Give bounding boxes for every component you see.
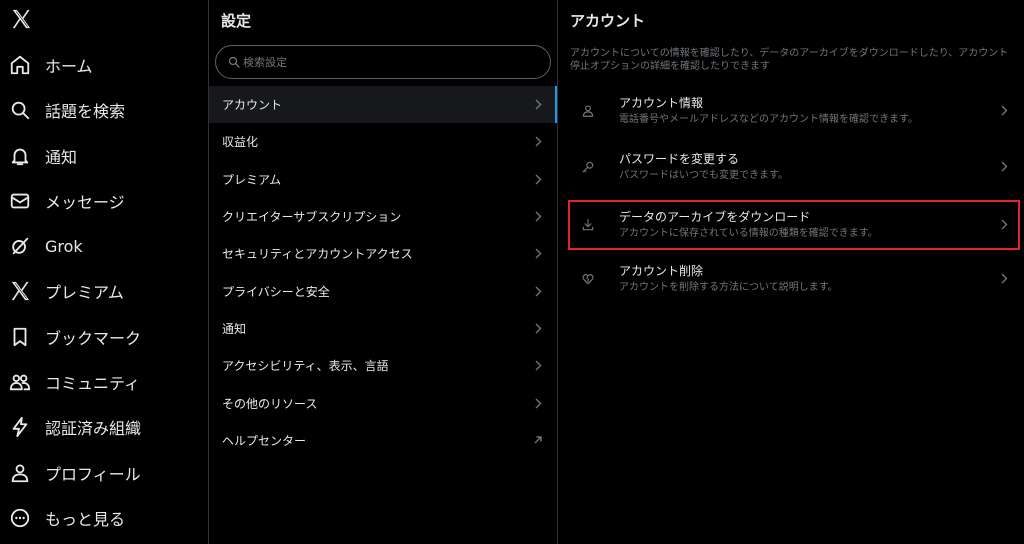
settings-item-label: プライバシーと安全 xyxy=(222,285,330,299)
nav-label: コミュニティ xyxy=(45,374,141,393)
account-item-title: データのアーカイブをダウンロード xyxy=(619,210,811,224)
nav-communities[interactable]: コミュニティ xyxy=(0,362,200,402)
chevron-right-icon xyxy=(535,248,542,259)
x-logo-icon xyxy=(11,281,30,301)
nav-profile[interactable]: プロフィール xyxy=(0,453,200,493)
bell-icon xyxy=(11,148,29,166)
search-icon xyxy=(11,101,30,120)
account-item-title: パスワードを変更する xyxy=(619,152,740,166)
settings-item-label: クリエイターサブスクリプション xyxy=(222,210,402,224)
settings-item-label: 通知 xyxy=(222,322,247,336)
settings-item-security[interactable]: セキュリティとアカウントアクセス xyxy=(209,235,557,272)
chevron-right-icon xyxy=(535,360,542,371)
person-icon xyxy=(582,105,594,117)
settings-item-premium[interactable]: プレミアム xyxy=(209,161,557,198)
settings-item-help-center[interactable]: ヘルプセンター xyxy=(209,422,557,459)
nav-home[interactable]: ホーム xyxy=(0,45,200,85)
nav-label: プレミアム xyxy=(45,283,124,302)
settings-search[interactable]: 検索設定 xyxy=(215,45,551,79)
account-title: アカウント xyxy=(570,12,646,30)
search-icon xyxy=(228,56,240,68)
chevron-right-icon xyxy=(1001,105,1008,116)
nav-label: Grok xyxy=(45,236,83,256)
more-circle-icon xyxy=(10,508,30,528)
settings-item-label: アクセシビリティ、表示、言語 xyxy=(222,359,389,373)
settings-item-monetization[interactable]: 収益化 xyxy=(209,123,557,160)
broken-heart-icon xyxy=(582,274,594,285)
x-logo-icon[interactable] xyxy=(10,8,32,30)
chevron-right-icon xyxy=(535,398,542,409)
chevron-right-icon xyxy=(1001,219,1008,230)
settings-item-label: セキュリティとアカウントアクセス xyxy=(222,247,413,261)
account-item-subtitle: アカウントに保存されている情報の種類を確認できます。 xyxy=(619,228,878,239)
settings-column: 設定 検索設定 アカウント 収益化 プレミアム クリエイターサブスクリプション … xyxy=(209,0,557,544)
chevron-right-icon xyxy=(535,99,542,110)
external-arrow-icon xyxy=(534,436,542,444)
account-item-subtitle: アカウントを削除する方法について説明します。 xyxy=(619,282,838,293)
download-icon xyxy=(582,219,594,231)
nav-label: メッセージ xyxy=(45,193,125,212)
nav-bookmarks[interactable]: ブックマーク xyxy=(0,317,200,357)
settings-item-label: その他のリソース xyxy=(222,397,318,411)
settings-item-resources[interactable]: その他のリソース xyxy=(209,385,557,422)
delete-account-item[interactable]: アカウント削除 アカウントを削除する方法について説明します。 xyxy=(568,254,1020,304)
settings-item-privacy[interactable]: プライバシーと安全 xyxy=(209,273,557,310)
settings-item-notifications[interactable]: 通知 xyxy=(209,310,557,347)
nav-explore[interactable]: 話題を検索 xyxy=(0,90,200,130)
settings-title: 設定 xyxy=(221,12,252,30)
settings-item-label: アカウント xyxy=(222,98,283,112)
nav-messages[interactable]: メッセージ xyxy=(0,181,200,221)
settings-item-accessibility[interactable]: アクセシビリティ、表示、言語 xyxy=(209,347,557,384)
settings-item-account[interactable]: アカウント xyxy=(209,86,557,123)
primary-nav: ホーム 話題を検索 通知 メッセージ Grok プレミアム ブックマーク コミュ… xyxy=(0,0,208,544)
account-column: アカウント アカウントについての情報を確認したり、データのアーカイブをダウンロー… xyxy=(558,0,1024,544)
account-item-title: アカウント削除 xyxy=(619,264,704,278)
settings-item-label: ヘルプセンター xyxy=(222,434,307,448)
account-item-title: アカウント情報 xyxy=(619,96,704,110)
download-archive-item[interactable]: データのアーカイブをダウンロード アカウントに保存されている情報の種類を確認でき… xyxy=(568,200,1020,250)
bookmark-icon xyxy=(13,327,27,347)
envelope-icon xyxy=(10,193,30,209)
key-icon xyxy=(582,161,594,173)
nav-label: 話題を検索 xyxy=(45,102,126,121)
settings-item-label: プレミアム xyxy=(222,173,282,187)
nav-label: 通知 xyxy=(45,148,78,167)
chevron-right-icon xyxy=(535,323,542,334)
people-icon xyxy=(9,374,31,391)
nav-label: ホーム xyxy=(45,57,93,76)
nav-label: 認証済み組織 xyxy=(45,419,142,438)
chevron-right-icon xyxy=(535,174,542,185)
nav-label: ブックマーク xyxy=(45,329,142,348)
account-item-subtitle: パスワードはいつでも変更できます。 xyxy=(619,170,788,181)
nav-notifications[interactable]: 通知 xyxy=(0,136,200,176)
settings-item-label: 収益化 xyxy=(222,135,259,149)
nav-label: もっと見る xyxy=(45,510,126,529)
chevron-right-icon xyxy=(1001,161,1008,172)
chevron-right-icon xyxy=(1001,273,1008,284)
settings-item-creator-subscriptions[interactable]: クリエイターサブスクリプション xyxy=(209,198,557,235)
person-icon xyxy=(11,464,29,483)
chevron-right-icon xyxy=(535,286,542,297)
change-password-item[interactable]: パスワードを変更する パスワードはいつでも変更できます。 xyxy=(568,142,1020,192)
nav-label: プロフィール xyxy=(45,465,141,484)
nav-more[interactable]: もっと見る xyxy=(0,498,200,538)
nav-verified-orgs[interactable]: 認証済み組織 xyxy=(0,407,200,447)
account-info-item[interactable]: アカウント情報 電話番号やメールアドレスなどのアカウント情報を確認できます。 xyxy=(568,86,1020,136)
home-icon xyxy=(10,55,30,75)
account-description: アカウントについての情報を確認したり、データのアーカイブをダウンロードしたり、ア… xyxy=(570,48,1009,72)
chevron-right-icon xyxy=(535,211,542,222)
grok-icon xyxy=(12,237,29,255)
chevron-right-icon xyxy=(535,136,542,147)
search-placeholder: 検索設定 xyxy=(243,56,287,69)
nav-grok[interactable]: Grok xyxy=(0,226,200,266)
bolt-icon xyxy=(12,416,28,438)
account-item-subtitle: 電話番号やメールアドレスなどのアカウント情報を確認できます。 xyxy=(619,114,918,125)
nav-premium[interactable]: プレミアム xyxy=(0,271,200,311)
